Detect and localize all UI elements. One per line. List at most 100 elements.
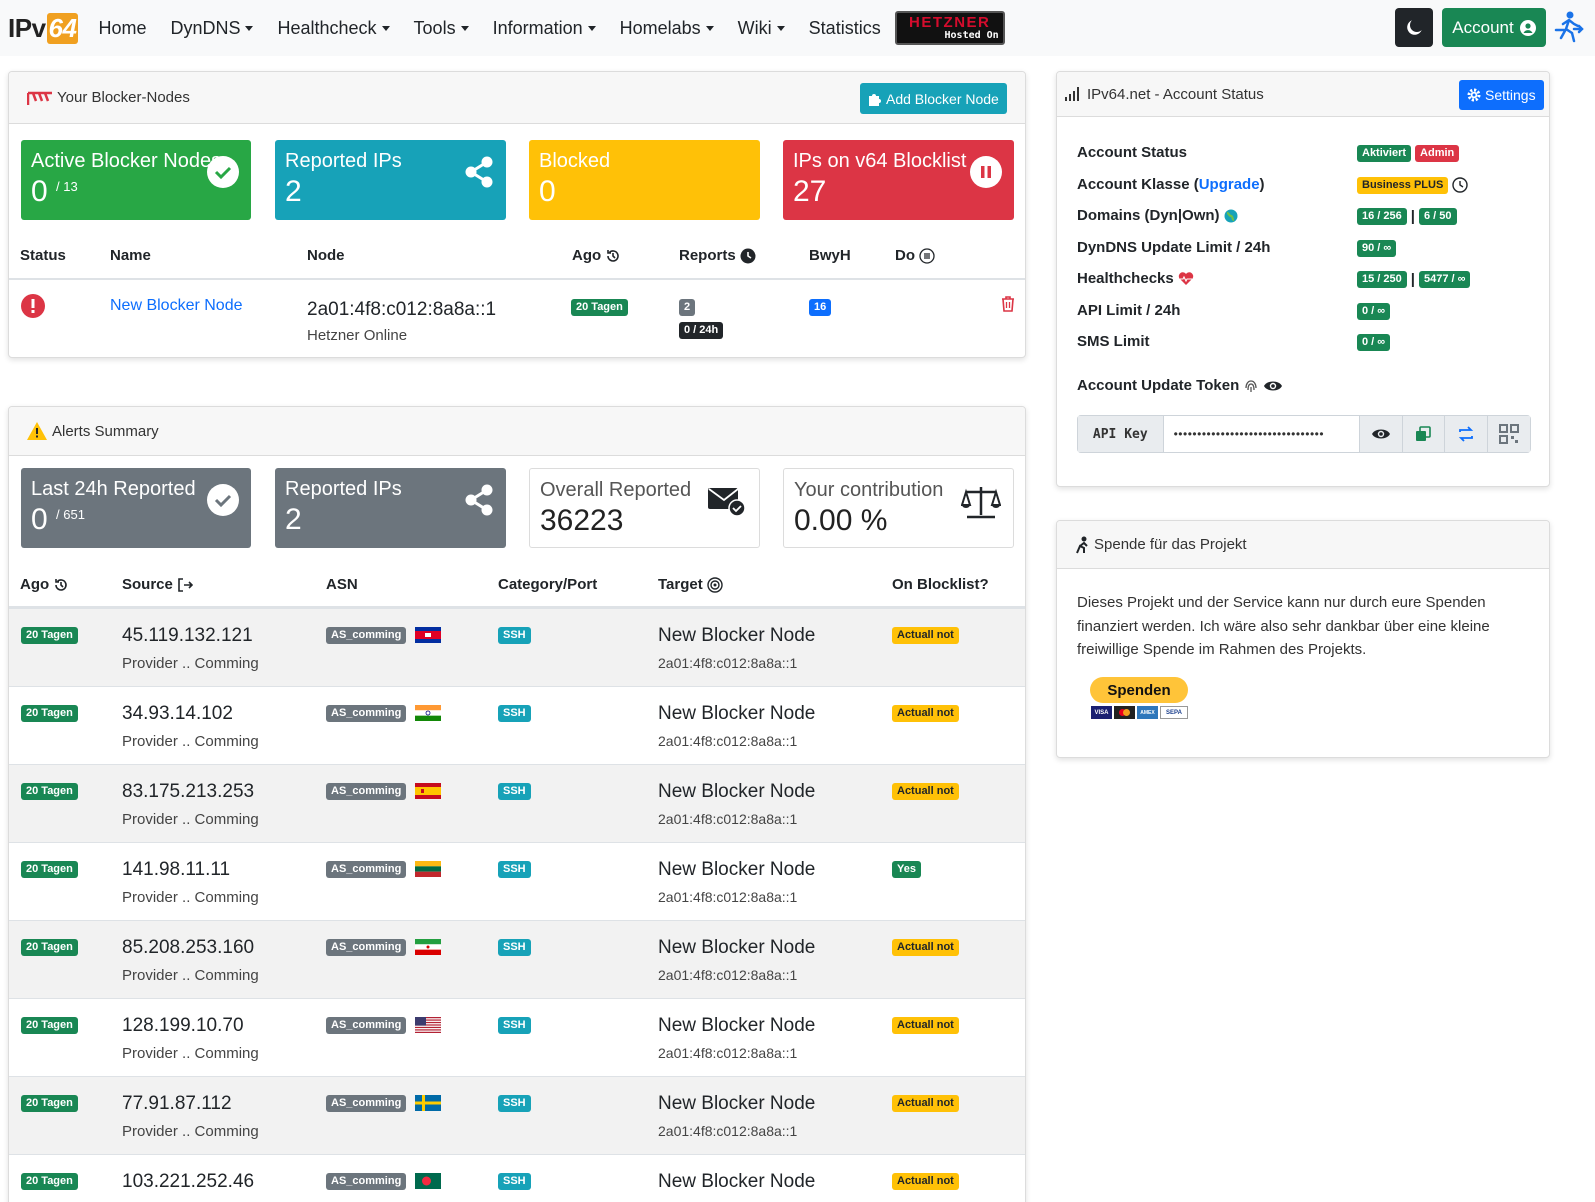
- nav-item-dyndns[interactable]: DynDNS: [170, 18, 254, 39]
- target-name: New Blocker Node: [658, 859, 816, 880]
- nav-item-homelabs[interactable]: Homelabs: [620, 18, 714, 39]
- on-blocklist-badge: Actuall not: [892, 783, 959, 800]
- user-circle-icon: [1519, 19, 1536, 36]
- ago-badge: 20 Tagen: [571, 299, 628, 316]
- target-ip: 2a01:4f8:c012:8a8a::1: [658, 655, 798, 671]
- logout-run-icon[interactable]: [1552, 10, 1586, 48]
- hetzner-hosted-text: Hosted On: [944, 29, 999, 41]
- qr-code-button[interactable]: [1487, 416, 1531, 452]
- eye-icon: [1371, 429, 1390, 439]
- paypal-donate-button[interactable]: Spenden: [1090, 677, 1188, 703]
- category-badge: SSH: [498, 705, 531, 722]
- settings-button[interactable]: Settings: [1459, 80, 1544, 110]
- copy-key-button[interactable]: [1401, 416, 1445, 452]
- donate-text: Dieses Projekt und der Service kann nur …: [1077, 594, 1490, 658]
- upgrade-link[interactable]: Upgrade: [1199, 176, 1260, 193]
- account-badge: Business PLUS: [1357, 176, 1449, 194]
- globe-icon: [1224, 209, 1238, 222]
- col-bwyh: BwyH: [809, 247, 851, 264]
- delete-trash-icon[interactable]: [1001, 296, 1015, 316]
- donate-title: Spende für das Projekt: [1094, 536, 1247, 553]
- nav-item-label: Information: [492, 17, 583, 38]
- hetzner-badge[interactable]: HETZNER Hosted On: [894, 11, 1005, 45]
- stat-value: 0: [539, 175, 556, 208]
- api-key-field[interactable]: ••••••••••••••••••••••••••••••••: [1164, 416, 1359, 452]
- stat-blocked: Blocked 0: [529, 140, 760, 220]
- col-reports: Reports: [679, 247, 756, 264]
- on-blocklist-badge: Actuall not: [892, 627, 959, 644]
- bwyh-badge: 16: [809, 299, 832, 316]
- nav-item-information[interactable]: Information: [493, 18, 596, 39]
- qr-code-icon: [1499, 424, 1520, 444]
- brand-64: 64: [46, 12, 79, 44]
- caret-down-icon: [705, 25, 714, 31]
- history-icon: [55, 578, 67, 591]
- show-key-button[interactable]: [1358, 416, 1402, 452]
- account-button[interactable]: Account: [1442, 8, 1546, 47]
- heartbeat-icon: [1178, 271, 1193, 285]
- account-row-values: Business PLUS: [1357, 176, 1469, 194]
- col-asn: ASN: [326, 576, 358, 593]
- source-ip: 45.119.132.121: [122, 625, 253, 646]
- warning-icon: [27, 422, 47, 440]
- nav-item-wiki[interactable]: Wiki: [738, 18, 785, 39]
- category-badge: SSH: [498, 861, 531, 878]
- account-badge: Admin: [1415, 145, 1460, 162]
- target-ip: 2a01:4f8:c012:8a8a::1: [658, 889, 798, 905]
- dark-mode-button[interactable]: [1395, 8, 1433, 47]
- nav-item-home[interactable]: Home: [98, 18, 146, 39]
- caret-down-icon: [245, 25, 254, 31]
- asn-badge: AS_comming: [326, 627, 407, 644]
- col-on-blocklist: On Blocklist?: [892, 576, 989, 593]
- col-ago: Ago: [572, 247, 621, 264]
- main-nav: Home DynDNS Healthcheck Tools Information Hom…: [98, 18, 904, 39]
- source-ip: 141.98.11.11: [122, 859, 231, 880]
- amex-card-icon: AMEX: [1137, 706, 1158, 719]
- payment-card-icons: VISA AMEX SEPA: [1091, 706, 1188, 719]
- col-target: Target: [658, 576, 723, 593]
- table-row: 20 Tagen 77.91.87.112 Provider .. Comming A…: [9, 1076, 1025, 1154]
- category-badge: SSH: [498, 1095, 531, 1112]
- blocker-node-name-link[interactable]: New Blocker Node: [110, 297, 243, 315]
- nav-item-healthcheck[interactable]: Healthcheck: [277, 18, 390, 39]
- stat-ips-on-blocklist: IPs on v64 Blocklist 27: [783, 140, 1014, 220]
- brand-logo[interactable]: IPv 64: [8, 12, 79, 44]
- blocker-nodes-title: Your Blocker-Nodes: [57, 89, 190, 106]
- nav-item-statistics[interactable]: Statistics: [809, 18, 881, 39]
- sign-out-icon: [178, 577, 193, 592]
- ago-badge: 20 Tagen: [21, 1173, 78, 1190]
- eye-icon[interactable]: [1263, 379, 1283, 393]
- category-badge: SSH: [498, 627, 531, 644]
- donate-header: Spende für das Projekt: [1057, 521, 1549, 569]
- pause-icon: [970, 156, 1002, 192]
- regenerate-key-button[interactable]: [1444, 416, 1488, 452]
- table-row: 20 Tagen 34.93.14.102 Provider .. Comming A…: [9, 686, 1025, 764]
- table-row: 20 Tagen103.221.252.46Provider .. Commin…: [9, 1154, 1025, 1202]
- target-ip: 2a01:4f8:c012:8a8a::1: [658, 811, 798, 827]
- asn-badge: AS_comming: [326, 705, 407, 722]
- account-update-token-label: Account Update Token: [1077, 377, 1283, 394]
- clock-outline-icon: [1452, 177, 1469, 193]
- category-badge: SSH: [498, 1017, 531, 1034]
- caret-down-icon: [460, 25, 469, 31]
- blocker-node-provider: Hetzner Online: [307, 327, 408, 344]
- on-blocklist-badge: Actuall not: [892, 1017, 959, 1034]
- account-row-values: 0 / ∞: [1357, 334, 1391, 351]
- brand-ip: IPv: [8, 12, 46, 43]
- mastercard-icon: [1114, 706, 1135, 719]
- source-provider: Provider .. Comming: [122, 733, 259, 750]
- sepa-card-icon: SEPA: [1160, 706, 1188, 719]
- account-badge: 15 / 250: [1357, 271, 1407, 288]
- nav-item-tools[interactable]: Tools: [414, 18, 469, 39]
- target-name: New Blocker Node: [658, 625, 816, 646]
- on-blocklist-badge: Actuall not: [892, 939, 959, 956]
- separator: |: [1410, 271, 1415, 288]
- blocker-node-row: New Blocker Node 2a01:4f8:c012:8a8a::1 H…: [9, 280, 1025, 357]
- scale-balance-icon: [960, 485, 1002, 523]
- error-status-icon: [21, 294, 45, 322]
- category-badge: SSH: [498, 939, 531, 956]
- add-blocker-node-button[interactable]: Add Blocker Node: [860, 83, 1007, 114]
- account-row-label: DynDNS Update Limit / 24h: [1077, 238, 1271, 256]
- country-flag-icon: [415, 1017, 441, 1033]
- account-status-title: IPv64.net - Account Status: [1087, 85, 1264, 103]
